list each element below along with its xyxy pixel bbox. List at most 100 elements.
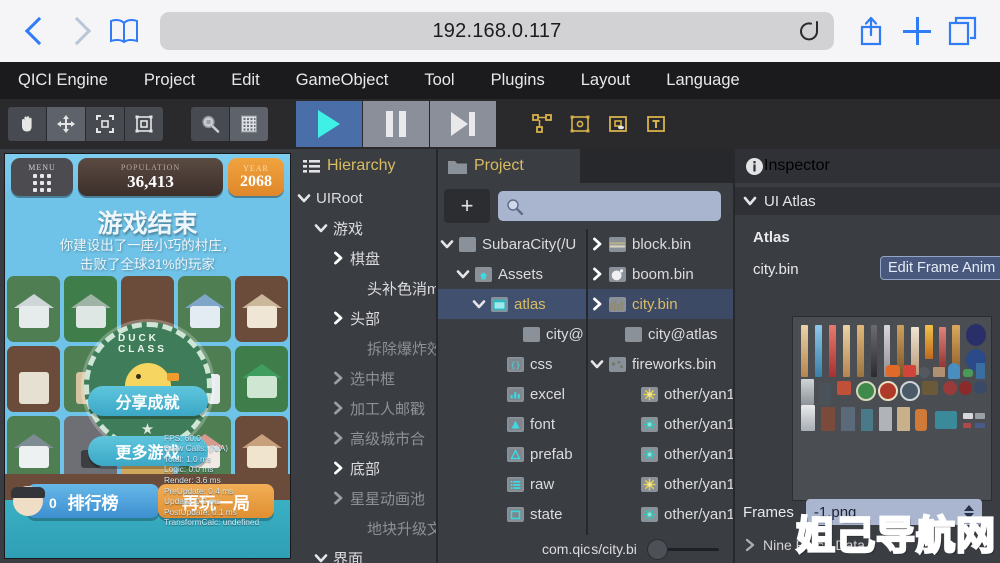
grid-tool-button[interactable] (230, 107, 268, 141)
hierarchy-node[interactable]: 游戏 (293, 213, 438, 243)
ui-atlas-foldout[interactable]: UI Atlas (735, 187, 1000, 215)
add-asset-button[interactable]: + (444, 189, 490, 223)
project-tree-node[interactable]: {} css (438, 349, 586, 379)
chevron-down-icon[interactable] (472, 297, 486, 311)
project-search-input[interactable] (498, 191, 721, 221)
menu-item-project[interactable]: Project (132, 71, 207, 90)
chevron-right-icon[interactable] (331, 491, 345, 505)
hierarchy-node[interactable]: 拆除爆炸效 (293, 333, 438, 363)
move-tool-button[interactable] (47, 107, 86, 141)
project-file-item[interactable]: boom.bin (588, 259, 735, 289)
share-achievement-button[interactable]: 分享成就 (87, 386, 208, 416)
hierarchy-node[interactable]: 地块升级文 (293, 513, 438, 543)
project-tree-node[interactable]: prefab (438, 439, 586, 469)
project-file-item[interactable]: city@atlas (588, 319, 735, 349)
tab-inspector[interactable]: Inspector (735, 149, 1000, 183)
hierarchy-node[interactable]: 星星动画池 (293, 483, 438, 513)
hierarchy-node[interactable]: 棋盘 (293, 243, 438, 273)
chevron-right-icon[interactable] (590, 237, 604, 251)
hierarchy-node[interactable]: 头补色消m (293, 273, 438, 303)
chevron-down-icon[interactable] (440, 237, 454, 251)
nodes-gizmo-button[interactable] (523, 107, 561, 141)
project-file-item[interactable]: other/yan10 (588, 409, 735, 439)
text-gizmo-button[interactable] (637, 107, 675, 141)
chevron-right-icon[interactable] (590, 297, 604, 311)
chevron-right-icon[interactable] (331, 251, 345, 265)
show-tabs-button[interactable] (940, 9, 986, 53)
project-file-item[interactable]: other/yan13 (588, 499, 735, 529)
forward-button[interactable] (58, 9, 102, 53)
project-tree-node[interactable]: excel (438, 379, 586, 409)
project-tree-node[interactable]: SubaraCity(/U (438, 229, 586, 259)
pause-button[interactable] (363, 101, 430, 147)
hierarchy-node[interactable]: 加工人邮戳 (293, 393, 438, 423)
chevron-down-icon[interactable] (314, 221, 328, 235)
chevron-right-icon[interactable] (331, 431, 345, 445)
tab-project[interactable]: Project (438, 149, 581, 183)
panels-row: MENU POPULATION 36,413 YEAR 2068 游戏结束 你建… (0, 149, 1000, 563)
edit-frame-anim-button[interactable]: Edit Frame Anim (880, 256, 1000, 280)
project-tree-node[interactable]: font (438, 409, 586, 439)
rect-tool-button[interactable] (125, 107, 163, 141)
menu-item-gameobject[interactable]: GameObject (284, 71, 401, 90)
project-tree-node[interactable]: state (438, 499, 586, 529)
hierarchy-node[interactable]: 选中框 (293, 363, 438, 393)
chevron-right-icon[interactable] (590, 267, 604, 281)
tab-hierarchy[interactable]: Hierarchy (293, 149, 438, 183)
chevron-right-icon[interactable] (331, 311, 345, 325)
menu-item-layout[interactable]: Layout (569, 71, 643, 90)
zoom-tool-button[interactable] (191, 107, 230, 141)
hierarchy-node[interactable]: 界面 (293, 543, 438, 563)
project-tree-label: excel (530, 385, 566, 403)
hierarchy-node-label: 星星动画池 (350, 490, 426, 508)
project-tree-node[interactable]: raw (438, 469, 586, 499)
hierarchy-node[interactable]: 底部 (293, 453, 438, 483)
atlas-preview[interactable] (792, 316, 992, 501)
scroll-knob[interactable] (646, 538, 668, 560)
menu-item-plugins[interactable]: Plugins (479, 71, 557, 90)
scale-tool-button[interactable] (86, 107, 125, 141)
chevron-right-icon[interactable] (331, 401, 345, 415)
chevron-down-icon[interactable] (456, 267, 470, 281)
play-button[interactable] (296, 101, 363, 147)
new-tab-button[interactable] (894, 9, 940, 53)
share-button[interactable] (848, 9, 894, 53)
step-forward-icon (451, 112, 475, 136)
project-file-item[interactable]: block.bin (588, 229, 735, 259)
leaderboard-button[interactable]: 排行榜 (27, 484, 159, 518)
project-tree-node[interactable]: city@ (438, 319, 586, 349)
hierarchy-node[interactable]: 头部 (293, 303, 438, 333)
hand-tool-button[interactable] (8, 107, 47, 141)
project-file-item[interactable]: fireworks.bin (588, 349, 735, 379)
project-tree-node[interactable]: Assets (438, 259, 586, 289)
chevron-down-icon[interactable] (314, 551, 328, 563)
project-file-item[interactable]: other/yan11 (588, 439, 735, 469)
project-hscrollbar[interactable] (646, 538, 719, 560)
menu-item-tool[interactable]: Tool (412, 71, 466, 90)
chevron-down-icon[interactable] (590, 357, 604, 371)
menu-item-language[interactable]: Language (654, 71, 751, 90)
menu-item-qici-engine[interactable]: QICI Engine (6, 71, 120, 90)
address-bar[interactable]: 192.168.0.117 (160, 12, 834, 50)
hierarchy-node[interactable]: UIRoot (293, 183, 438, 213)
hierarchy-node[interactable]: 高级城市合 (293, 423, 438, 453)
chevron-right-icon[interactable] (331, 371, 345, 385)
project-file-list[interactable]: block.bin boom.bin city.bin city@atlas firew… (588, 229, 735, 535)
hierarchy-tree[interactable]: UIRoot 游戏 棋盘 头补色消m 头部 拆除爆炸效 选中框 加工人邮戳 高级城市合 底部星星动… (293, 183, 438, 563)
reload-icon[interactable] (798, 20, 820, 42)
project-folder-tree[interactable]: SubaraCity(/U Assets atlas city@ {} css excel f… (438, 229, 586, 563)
project-file-item[interactable]: other/yan12 (588, 469, 735, 499)
menu-item-edit[interactable]: Edit (219, 71, 271, 90)
project-file-item[interactable]: city.bin (588, 289, 735, 319)
game-view[interactable]: MENU POPULATION 36,413 YEAR 2068 游戏结束 你建… (4, 153, 291, 559)
chevron-right-icon[interactable] (331, 461, 345, 475)
back-button[interactable] (14, 9, 58, 53)
bounds-gizmo-button[interactable] (561, 107, 599, 141)
step-button[interactable] (430, 101, 497, 147)
bookmarks-button[interactable] (102, 9, 146, 53)
project-tree-node[interactable]: atlas (438, 289, 586, 319)
project-file-item[interactable]: other/yan1 (588, 379, 735, 409)
chevron-down-icon[interactable] (297, 191, 311, 205)
anchor-gizmo-button[interactable] (599, 107, 637, 141)
game-menu-button[interactable]: MENU (11, 158, 73, 196)
